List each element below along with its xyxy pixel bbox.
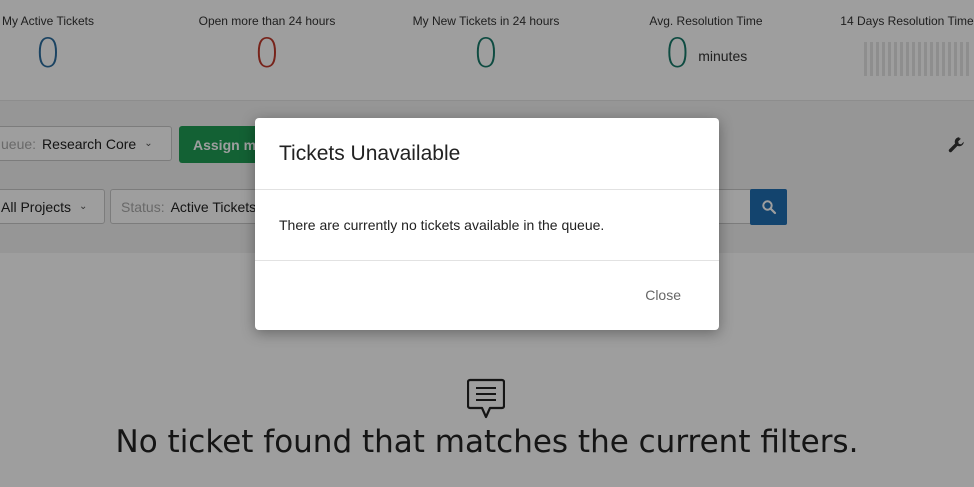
tickets-unavailable-dialog: Tickets Unavailable There are currently … [255, 118, 719, 330]
dialog-message: There are currently no tickets available… [255, 190, 719, 261]
dialog-title: Tickets Unavailable [255, 118, 719, 190]
close-button[interactable]: Close [645, 287, 681, 303]
ticket-dashboard: My Active Tickets 0 Open more than 24 ho… [0, 0, 974, 487]
dialog-footer: Close [255, 261, 719, 331]
